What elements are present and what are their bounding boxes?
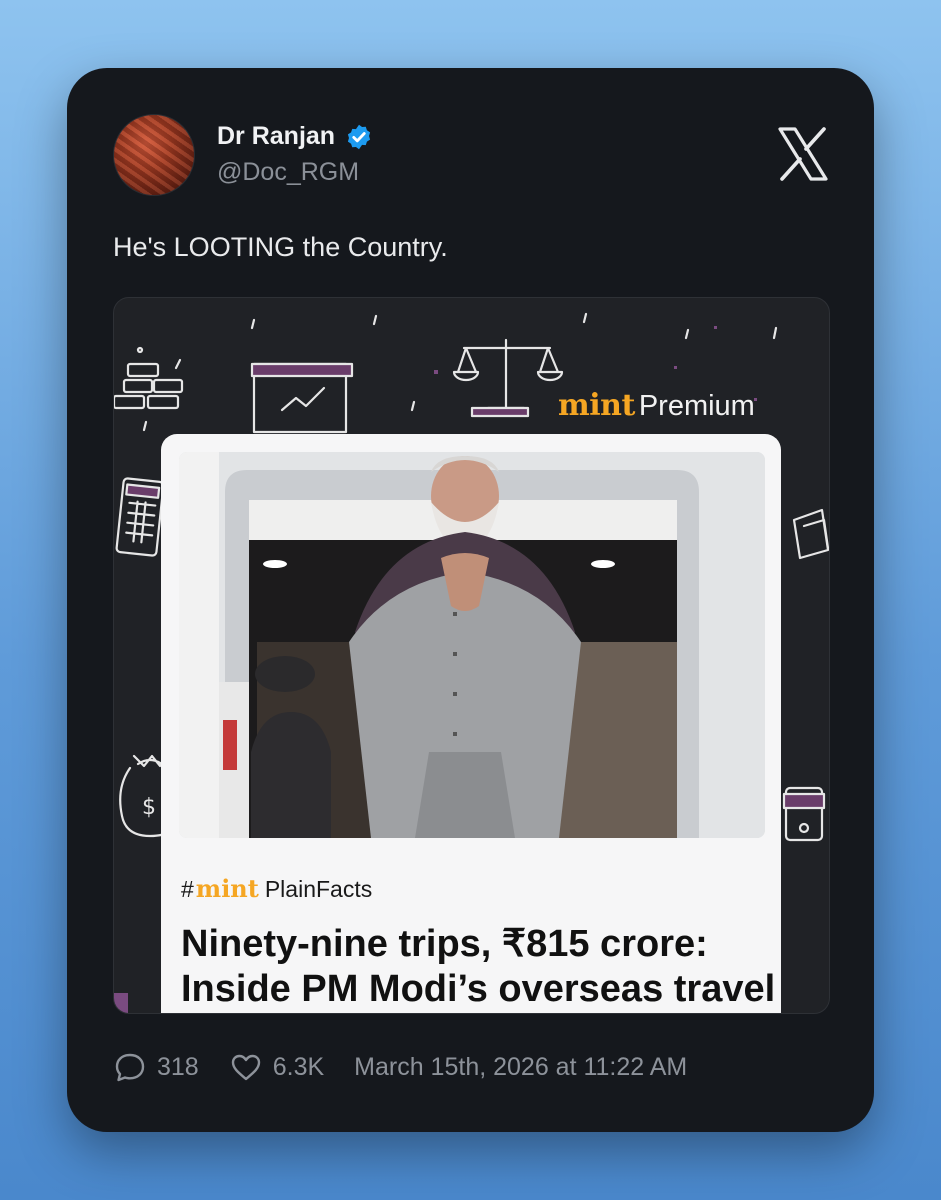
author-name[interactable]: Dr Ranjan <box>217 122 335 151</box>
tweet-timestamp[interactable]: March 15th, 2026 at 11:22 AM <box>354 1053 687 1082</box>
article-preview[interactable]: # mint PlainFacts Ninety-nine trips, ₹81… <box>161 434 781 1013</box>
reply-stat[interactable]: 318 <box>113 1050 199 1084</box>
premium-label: Premium <box>638 390 755 422</box>
reply-count: 318 <box>157 1052 199 1081</box>
tweet-card: Dr Ranjan @Doc_RGM He's LOOTING the Coun… <box>67 68 874 1132</box>
article-photo <box>179 452 765 838</box>
like-stat[interactable]: 6.3K <box>229 1050 324 1084</box>
article-headline: Ninety-nine trips, ₹815 crore: Inside PM… <box>181 923 776 1010</box>
x-logo-icon[interactable] <box>776 126 830 182</box>
reply-bubble-icon <box>115 1053 145 1082</box>
heart-icon <box>231 1054 260 1081</box>
article-hashtag: # mint PlainFacts <box>181 874 372 903</box>
author-handle[interactable]: @Doc_RGM <box>217 158 359 187</box>
author-name-row: Dr Ranjan <box>217 122 373 151</box>
tweet-text: He's LOOTING the Country. <box>113 232 448 262</box>
like-count: 6.3K <box>272 1052 325 1081</box>
tweet-media[interactable]: $ mint Premium # mint PlainFacts Ninety-… <box>113 297 830 1014</box>
mint-brand: mint <box>558 388 635 423</box>
svg-text:$: $ <box>142 795 156 820</box>
author-avatar[interactable] <box>113 114 195 196</box>
hashtag-symbol: # <box>181 876 194 902</box>
hashtag-word: PlainFacts <box>264 876 373 902</box>
tweet-footer: 318 6.3K March 15th, 2026 at 11:22 AM <box>113 1050 687 1084</box>
verified-badge-icon <box>348 124 371 149</box>
photo-illustration <box>179 452 765 838</box>
avatar-texture <box>114 115 194 195</box>
hashtag-brand: mint <box>195 874 259 903</box>
mint-premium-logo: mint Premium <box>558 388 755 423</box>
